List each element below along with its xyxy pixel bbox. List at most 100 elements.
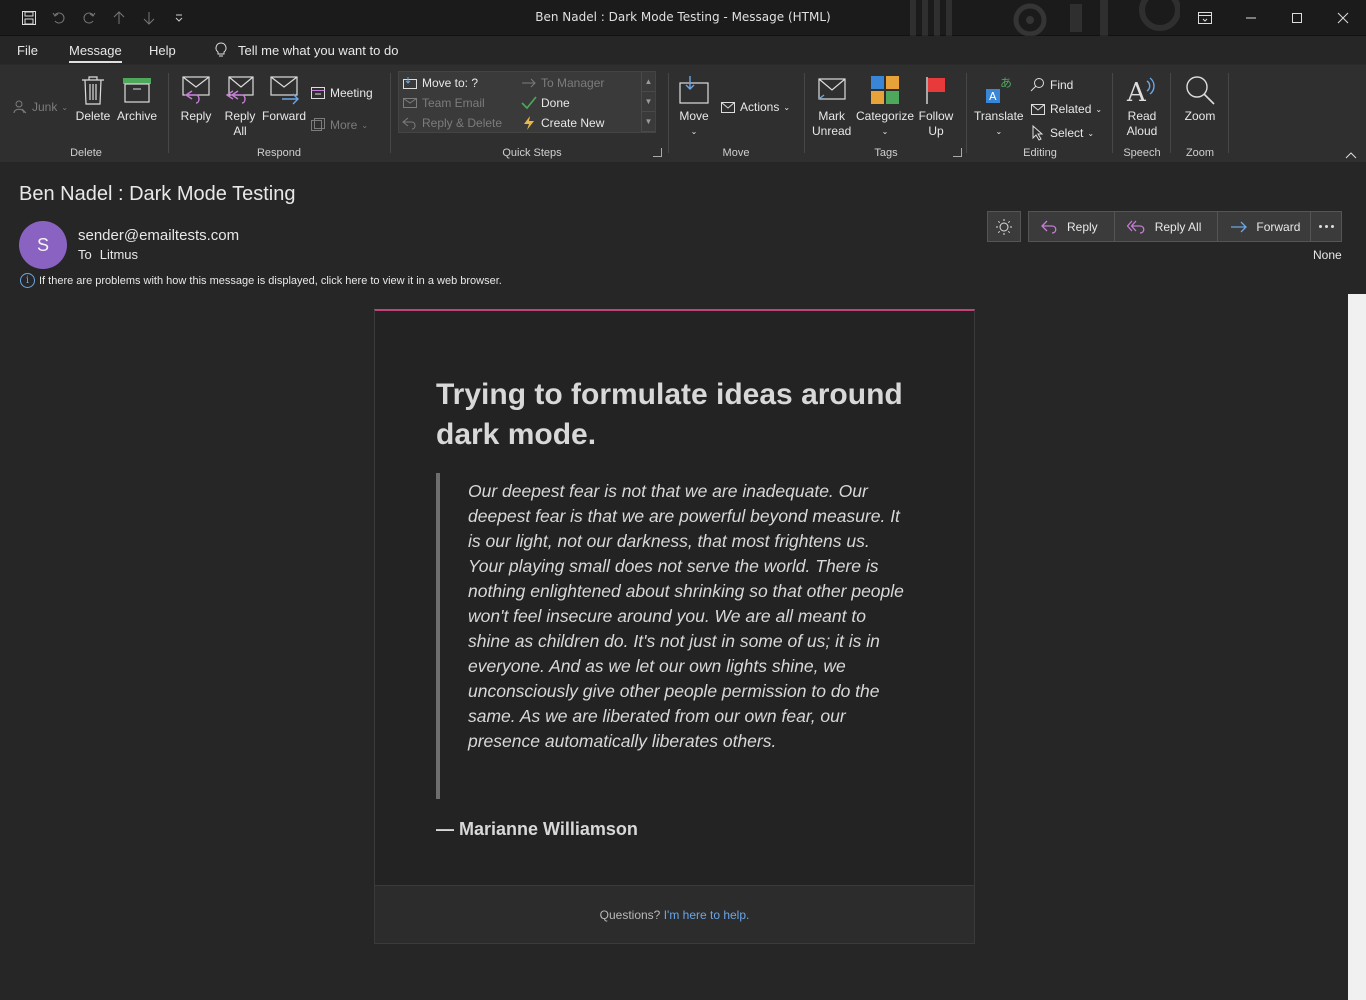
- minimize-icon: [1246, 17, 1256, 19]
- recipient-name[interactable]: Litmus: [100, 247, 138, 262]
- quick-steps-launcher-icon[interactable]: [653, 148, 662, 157]
- info-bar[interactable]: i If there are problems with how this me…: [20, 273, 502, 288]
- magnifier-icon: [1186, 76, 1215, 105]
- speech-group: A Read Aloud Speech: [1114, 69, 1170, 161]
- menu-bar: File Message Help Tell me what you want …: [0, 36, 1366, 64]
- email-footer: Questions? I'm here to help.: [375, 885, 974, 943]
- more-respond-icon: [311, 118, 325, 131]
- help-link[interactable]: I'm here to help.: [664, 908, 750, 922]
- forward-button[interactable]: Forward: [262, 73, 306, 124]
- meeting-button[interactable]: Meeting: [310, 85, 373, 101]
- meeting-icon: [311, 87, 325, 99]
- window-title: Ben Nadel : Dark Mode Testing - Message …: [535, 10, 831, 24]
- move-label: Move: [679, 109, 709, 123]
- editing-group: Aあ Translate ⌄ Find Related ⌄ Select ⌄ E…: [968, 69, 1112, 161]
- info-icon: i: [20, 273, 35, 288]
- reply-all-icon: [1126, 220, 1145, 234]
- reply-all-button[interactable]: Reply All: [222, 73, 258, 139]
- reply-button[interactable]: Reply: [178, 73, 214, 124]
- more-actions-button[interactable]: [1310, 211, 1342, 242]
- tell-me-label: Tell me what you want to do: [238, 42, 399, 58]
- delete-button[interactable]: Delete: [75, 73, 111, 124]
- actions-icon: [721, 102, 735, 113]
- follow-up-button[interactable]: Follow Up: [918, 73, 954, 139]
- reply-action-button[interactable]: Reply: [1029, 212, 1115, 241]
- follow-up-label-line2: Up: [928, 124, 944, 138]
- lightbulb-icon: [215, 42, 227, 57]
- email-quote: Our deepest fear is not that we are inad…: [436, 473, 906, 799]
- toggle-background-button[interactable]: [987, 211, 1021, 242]
- select-button[interactable]: Select ⌄: [1030, 125, 1094, 141]
- cursor-icon: [1032, 125, 1044, 141]
- title-bar: Ben Nadel : Dark Mode Testing - Message …: [0, 0, 1366, 36]
- respond-group-label: Respond: [256, 147, 302, 159]
- avatar[interactable]: S: [19, 221, 67, 269]
- close-icon: [1337, 12, 1349, 24]
- tab-message[interactable]: Message: [69, 43, 122, 63]
- message-subject: Ben Nadel : Dark Mode Testing: [19, 183, 296, 205]
- delete-group: Junk ⌄ Delete Archive Delete: [6, 69, 166, 161]
- tab-help[interactable]: Help: [149, 43, 176, 58]
- junk-label: Junk: [32, 100, 58, 114]
- recipient-line: To Litmus: [78, 247, 138, 262]
- related-label: Related: [1050, 102, 1092, 116]
- reply-all-action-label: Reply All: [1154, 219, 1202, 234]
- reply-all-label-line2: All: [233, 124, 247, 138]
- body-scrollbar[interactable]: [1348, 294, 1366, 1000]
- mark-unread-button[interactable]: Mark Unread: [812, 73, 851, 139]
- junk-button[interactable]: Junk ⌄: [12, 99, 68, 115]
- tab-file[interactable]: File: [17, 43, 38, 58]
- reply-icon: [182, 76, 210, 104]
- translate-button[interactable]: Aあ Translate ⌄: [974, 73, 1024, 139]
- sender-address[interactable]: sender@emailtests.com: [78, 227, 239, 244]
- forward-action-button[interactable]: Forward: [1218, 212, 1316, 241]
- more-respond-label: More: [330, 118, 358, 132]
- quick-steps-group: Quick Steps: [398, 69, 666, 161]
- tags-group-label: Tags: [874, 147, 898, 159]
- archive-label: Archive: [117, 109, 158, 123]
- importance-label: None: [1313, 248, 1342, 262]
- tell-me-search[interactable]: Tell me what you want to do: [214, 42, 398, 58]
- more-respond-button[interactable]: More ⌄: [310, 117, 368, 133]
- to-label: To: [78, 247, 92, 262]
- zoom-group-label: Zoom: [1185, 147, 1215, 159]
- chevron-down-icon: ⌄: [61, 102, 69, 112]
- ribbon-display-icon: [1198, 12, 1212, 24]
- footer-text: Questions?: [599, 908, 661, 922]
- ribbon: Junk ⌄ Delete Archive Delete Reply Reply…: [0, 64, 1366, 162]
- ribbon-display-button[interactable]: [1182, 0, 1228, 36]
- email-card: Trying to formulate ideas around dark mo…: [374, 309, 975, 944]
- mark-unread-label-line1: Mark: [818, 109, 846, 123]
- mark-unread-label-line2: Unread: [812, 124, 852, 138]
- zoom-label: Zoom: [1184, 109, 1216, 123]
- collapse-ribbon-icon[interactable]: [1345, 151, 1357, 159]
- move-button[interactable]: Move ⌄: [676, 73, 712, 139]
- group-divider: [168, 73, 169, 153]
- close-button[interactable]: [1320, 0, 1366, 36]
- window-controls: [1182, 0, 1366, 36]
- move-group-label: Move: [722, 147, 750, 159]
- categorize-button[interactable]: Categorize ⌄: [856, 73, 914, 139]
- actions-button[interactable]: Actions ⌄: [720, 99, 790, 115]
- chevron-down-icon: ⌄: [783, 102, 791, 112]
- delete-group-label: Delete: [70, 147, 102, 159]
- email-heading: Trying to formulate ideas around dark mo…: [436, 378, 903, 451]
- read-aloud-label-line2: Aloud: [1126, 124, 1158, 138]
- find-button[interactable]: Find: [1030, 77, 1073, 93]
- read-aloud-button[interactable]: A Read Aloud: [1124, 73, 1160, 139]
- reply-action-label: Reply: [1067, 219, 1098, 234]
- flag-icon: [926, 77, 945, 104]
- message-actions: Reply Reply All Forward: [1028, 211, 1318, 242]
- quick-steps-group-label: Quick Steps: [502, 147, 562, 159]
- archive-button[interactable]: Archive: [117, 73, 157, 124]
- minimize-button[interactable]: [1228, 0, 1274, 36]
- reply-all-action-button[interactable]: Reply All: [1115, 212, 1219, 241]
- related-button[interactable]: Related ⌄: [1030, 101, 1102, 117]
- chevron-down-icon: ⌄: [995, 127, 1003, 136]
- quote-author: — Marianne Williamson: [436, 819, 638, 839]
- zoom-button[interactable]: Zoom: [1182, 73, 1218, 124]
- find-label: Find: [1050, 78, 1074, 92]
- tags-launcher-icon[interactable]: [953, 148, 962, 157]
- archive-icon: [123, 78, 151, 103]
- maximize-button[interactable]: [1274, 0, 1320, 36]
